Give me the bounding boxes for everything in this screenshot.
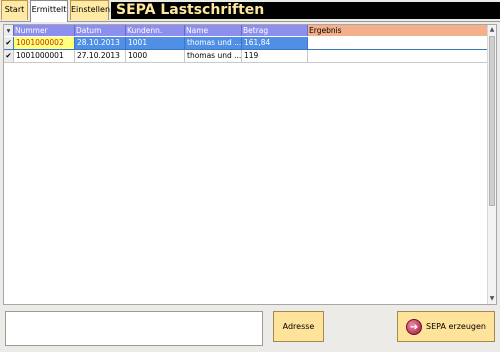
cell-kundennummer[interactable]: 1000 [126, 50, 185, 63]
scroll-down-icon[interactable]: ▼ [488, 295, 496, 303]
top-bar: Start Ermittelt Einstellen SEPA Lastschr… [0, 0, 500, 22]
col-header-name[interactable]: Name [185, 25, 242, 36]
col-header-betrag[interactable]: Betrag [242, 25, 308, 36]
title-divider [0, 21, 500, 22]
row-checkbox[interactable]: ✔ [4, 37, 14, 50]
cell-datum[interactable]: 28.10.2013 [75, 37, 126, 50]
address-field[interactable] [5, 311, 263, 346]
arrow-right-icon: ➔ [406, 318, 423, 335]
col-header-nummer[interactable]: Nummer [14, 25, 75, 36]
adresse-button[interactable]: Adresse [273, 311, 324, 342]
cell-betrag[interactable]: 119 [242, 50, 308, 63]
sepa-erzeugen-label: SEPA erzeugen [426, 322, 486, 331]
table-header: ▾ Nummer Datum Kundenn. Name Betrag Erge… [4, 25, 489, 36]
cell-nummer[interactable]: 1001000001 [14, 50, 75, 63]
cell-name[interactable]: thomas und ... [185, 37, 242, 50]
col-header-ergebnis[interactable]: Ergebnis [308, 25, 489, 36]
cell-kundennummer[interactable]: 1001 [126, 37, 185, 50]
vertical-scrollbar[interactable]: ▲ ▼ [487, 25, 496, 304]
select-all-toggle[interactable]: ▾ [4, 25, 14, 36]
table-row[interactable]: ✔ 1001000001 27.10.2013 1000 thomas und … [4, 50, 489, 63]
sepa-table: ▾ Nummer Datum Kundenn. Name Betrag Erge… [3, 24, 497, 305]
scroll-up-icon[interactable]: ▲ [488, 26, 496, 34]
col-header-kundennummer[interactable]: Kundenn. [126, 25, 185, 36]
col-header-datum[interactable]: Datum [75, 25, 126, 36]
row-checkbox[interactable]: ✔ [4, 50, 14, 63]
page-title: SEPA Lastschriften [111, 2, 500, 19]
cell-nummer[interactable]: 1001000002 [14, 37, 75, 50]
tab-ermittelt[interactable]: Ermittelt [30, 0, 68, 22]
cell-ergebnis[interactable] [308, 37, 489, 50]
cell-ergebnis[interactable] [308, 50, 489, 63]
tab-einstellen[interactable]: Einstellen [70, 0, 110, 20]
sepa-erzeugen-button[interactable]: ➔ SEPA erzeugen [397, 311, 495, 342]
tab-start[interactable]: Start [1, 0, 28, 20]
table-row[interactable]: ✔ 1001000002 28.10.2013 1001 thomas und … [4, 37, 489, 50]
scroll-thumb[interactable] [489, 36, 495, 206]
cell-datum[interactable]: 27.10.2013 [75, 50, 126, 63]
cell-betrag[interactable]: 161,84 [242, 37, 308, 50]
cell-name[interactable]: thomas und ... [185, 50, 242, 63]
